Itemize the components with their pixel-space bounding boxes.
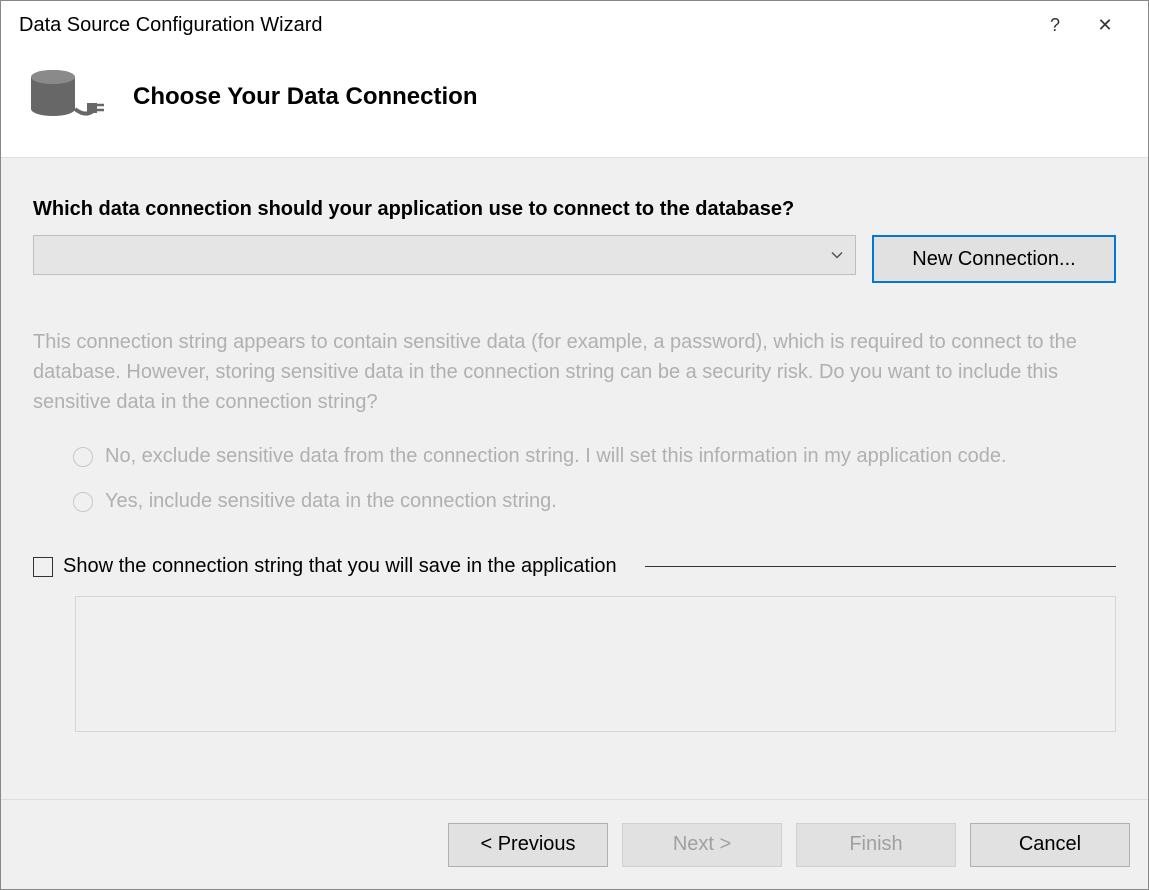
connection-row: New Connection... (33, 235, 1116, 283)
sensitive-data-radio-group: No, exclude sensitive data from the conn… (33, 445, 1116, 535)
radio-exclude-label: No, exclude sensitive data from the conn… (105, 445, 1007, 468)
cancel-button[interactable]: Cancel (970, 823, 1130, 867)
radio-include-sensitive: Yes, include sensitive data in the conne… (73, 490, 1116, 513)
previous-button[interactable]: < Previous (448, 823, 608, 867)
close-button[interactable]: ✕ (1080, 5, 1130, 45)
connection-dropdown[interactable] (33, 235, 856, 275)
expand-box-icon (33, 557, 53, 577)
question-label: Which data connection should your applic… (33, 198, 1116, 221)
radio-include-label: Yes, include sensitive data in the conne… (105, 490, 557, 513)
titlebar: Data Source Configuration Wizard ? ✕ (1, 1, 1148, 49)
wizard-footer: < Previous Next > Finish Cancel (1, 799, 1148, 889)
close-icon: ✕ (1097, 15, 1112, 36)
show-connection-string-toggle[interactable]: Show the connection string that you will… (33, 555, 1116, 578)
window-title: Data Source Configuration Wizard (19, 14, 1030, 37)
help-button[interactable]: ? (1030, 5, 1080, 45)
wizard-header: Choose Your Data Connection (1, 49, 1148, 157)
help-icon: ? (1050, 15, 1060, 36)
radio-icon (73, 447, 93, 467)
connection-string-display (75, 596, 1116, 732)
show-connection-string-label: Show the connection string that you will… (63, 555, 617, 578)
new-connection-button[interactable]: New Connection... (872, 235, 1116, 283)
database-icon (25, 67, 105, 127)
divider (645, 566, 1116, 567)
radio-exclude-sensitive: No, exclude sensitive data from the conn… (73, 445, 1116, 468)
finish-button: Finish (796, 823, 956, 867)
chevron-down-icon (831, 248, 843, 263)
sensitive-data-info: This connection string appears to contai… (33, 327, 1116, 417)
wizard-content: Which data connection should your applic… (1, 157, 1148, 799)
page-heading: Choose Your Data Connection (133, 83, 477, 111)
radio-icon (73, 492, 93, 512)
next-button: Next > (622, 823, 782, 867)
